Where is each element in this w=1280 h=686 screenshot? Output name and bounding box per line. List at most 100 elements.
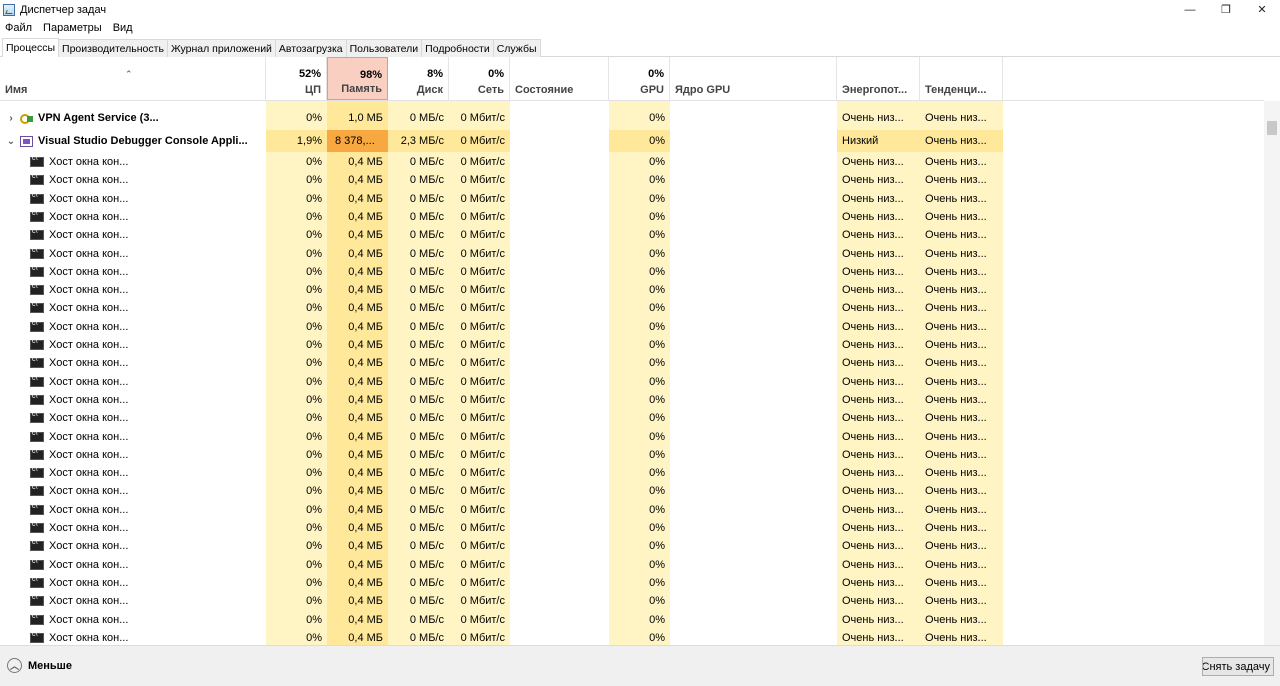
table-row[interactable]: Хост окна кон... 0% 0,4 МБ 0 МБ/с 0 Мбит/с 0%… — [0, 354, 1264, 372]
fewer-details-button[interactable]: ︿ Меньше — [7, 658, 72, 673]
console-host-icon — [30, 247, 44, 259]
table-row[interactable]: Хост окна кон... 0% 0,4 МБ 0 МБ/с 0 Мбит/с 0%… — [0, 428, 1264, 446]
table-row[interactable]: Хост окна кон... 0% 0,4 МБ 0 МБ/с 0 Мбит/с 0%… — [0, 464, 1264, 482]
cell-status — [510, 318, 609, 336]
cell-power: Очень низ... — [842, 522, 904, 534]
tab-processes[interactable]: Процессы — [2, 38, 60, 57]
tab-startup[interactable]: Автозагрузка — [274, 39, 347, 57]
cell-gpu: 0% — [649, 192, 665, 205]
table-row[interactable]: Хост окна кон... 0% 0,4 МБ 0 МБ/с 0 Мбит/с 0%… — [0, 318, 1264, 336]
cell-gpu_engine — [670, 391, 837, 409]
table-row[interactable]: Хост окна кон... 0% 0,4 МБ 0 МБ/с 0 Мбит/с 0%… — [0, 556, 1264, 574]
tab-performance[interactable]: Производительность — [58, 39, 168, 57]
table-row[interactable]: Хост окна кон... 0% 0,4 МБ 0 МБ/с 0 Мбит/с 0%… — [0, 153, 1264, 171]
scrollbar-thumb[interactable] — [1267, 121, 1277, 135]
tab-services[interactable]: Службы — [492, 39, 541, 57]
cell-gpu: 0% — [649, 320, 665, 333]
table-row[interactable]: Хост окна кон... 0% 0,4 МБ 0 МБ/с 0 Мбит/с 0%… — [0, 391, 1264, 409]
cell-net: 0 Мбит/с — [460, 613, 505, 626]
cell-cpu: 0% — [306, 393, 322, 406]
cell-net: 0 Мбит/с — [460, 320, 505, 333]
process-name-cell: Хост окна кон... — [0, 556, 266, 574]
cell-gpu: 0% — [649, 522, 665, 534]
cell-disk: 0 МБ/с — [409, 284, 444, 297]
tab-app-history[interactable]: Журнал приложений — [166, 39, 276, 57]
table-row[interactable]: Хост окна кон... 0% 0,4 МБ 0 МБ/с 0 Мбит/с 0%… — [0, 245, 1264, 263]
table-row[interactable]: Хост окна кон... 0% 0,4 МБ 0 МБ/с 0 Мбит/с 0%… — [0, 629, 1264, 645]
cell-status — [510, 428, 609, 446]
cell-cpu: 0% — [306, 631, 322, 644]
cell-gpu_engine — [670, 482, 837, 500]
tab-details[interactable]: Подробности — [421, 39, 494, 57]
maximize-button[interactable]: ❐ — [1208, 0, 1244, 19]
header-network[interactable]: 0% Сеть — [449, 57, 510, 100]
window-controls: — ❐ ✕ — [1172, 0, 1280, 19]
tab-strip: Процессы Производительность Журнал прило… — [0, 38, 1280, 57]
header-power-trend[interactable]: Тенденци... — [920, 57, 1003, 100]
process-name: VPN Agent Service (3... — [38, 112, 159, 124]
cell-trend: Очень низ... — [920, 130, 1003, 152]
header-gpu[interactable]: 0% GPU — [609, 57, 670, 100]
menu-view[interactable]: Вид — [113, 22, 133, 34]
expand-chevron-icon[interactable]: ⌄ — [4, 136, 18, 147]
table-row[interactable]: Хост окна кон... 0% 0,4 МБ 0 МБ/с 0 Мбит/с 0%… — [0, 373, 1264, 391]
cell-disk: 0 МБ/с — [409, 467, 444, 480]
table-row[interactable]: Хост окна кон... 0% 0,4 МБ 0 МБ/с 0 Мбит/с 0%… — [0, 446, 1264, 464]
table-row[interactable]: Хост окна кон... 0% 0,4 МБ 0 МБ/с 0 Мбит/с 0%… — [0, 592, 1264, 610]
table-row[interactable]: Хост окна кон... 0% 0,4 МБ 0 МБ/с 0 Мбит/с 0%… — [0, 574, 1264, 592]
cell-gpu: 0% — [649, 302, 665, 315]
cell-trend: Очень низ... — [925, 112, 987, 124]
cell-trend: Очень низ... — [925, 467, 987, 480]
table-row[interactable]: Хост окна кон... 0% 0,4 МБ 0 МБ/с 0 Мбит/с 0%… — [0, 482, 1264, 500]
cell-gpu: 0% — [649, 156, 665, 168]
expand-chevron-icon[interactable]: › — [4, 113, 18, 124]
cell-mem: 0,4 МБ — [348, 284, 383, 297]
cell-mem: 0,4 МБ — [348, 156, 383, 168]
table-row[interactable]: Хост окна кон... 0% 0,4 МБ 0 МБ/с 0 Мбит/с 0%… — [0, 519, 1264, 537]
table-row[interactable]: Хост окна кон... 0% 0,4 МБ 0 МБ/с 0 Мбит/с 0%… — [0, 537, 1264, 555]
cell-disk: 0 МБ/с — [409, 229, 444, 242]
cell-net: 0 Мбит/с — [460, 393, 505, 406]
cell-trend: Очень низ... — [925, 503, 987, 516]
table-row[interactable]: Хост окна кон... 0% 0,4 МБ 0 МБ/с 0 Мбит/с 0%… — [0, 611, 1264, 629]
menu-file[interactable]: Файл — [5, 22, 32, 34]
header-gpu-engine[interactable]: Ядро GPU — [670, 57, 837, 100]
cell-mem: 0,4 МБ — [348, 412, 383, 425]
cell-status — [510, 501, 609, 519]
table-row[interactable]: Хост окна кон... 0% 0,4 МБ 0 МБ/с 0 Мбит/с 0%… — [0, 281, 1264, 299]
tab-users[interactable]: Пользователи — [345, 39, 423, 57]
header-cpu[interactable]: 52% ЦП — [266, 57, 327, 100]
end-task-button[interactable]: Снять задачу — [1202, 657, 1274, 676]
header-status[interactable]: Состояние — [510, 57, 609, 100]
table-row[interactable]: Хост окна кон... 0% 0,4 МБ 0 МБ/с 0 Мбит/с 0%… — [0, 208, 1264, 226]
console-host-icon — [30, 192, 44, 204]
cell-gpu: 0% — [649, 284, 665, 297]
process-name-cell: Хост окна кон... — [0, 629, 266, 645]
cell-trend: Очень низ... — [925, 156, 987, 168]
close-button[interactable]: ✕ — [1244, 0, 1280, 19]
menu-options[interactable]: Параметры — [43, 22, 102, 34]
header-name[interactable]: ⌃ Имя — [0, 57, 266, 100]
header-disk[interactable]: 8% Диск — [388, 57, 449, 100]
table-row[interactable]: Хост окна кон... 0% 0,4 МБ 0 МБ/с 0 Мбит/с 0%… — [0, 171, 1264, 189]
cell-gpu_engine — [670, 428, 837, 446]
cell-gpu: 0% — [649, 595, 665, 608]
process-group-row[interactable]: › VPN Agent Service (3... 0% 1,0 МБ 0 МБ/с 0 … — [0, 107, 1264, 129]
cell-net: 0 Мбит/с — [460, 339, 505, 351]
cell-trend: Очень низ... — [925, 430, 987, 443]
cell-disk: 0 МБ/с — [409, 393, 444, 406]
header-memory[interactable]: 98% Память — [327, 57, 388, 100]
table-row[interactable]: Хост окна кон... 0% 0,4 МБ 0 МБ/с 0 Мбит/с 0%… — [0, 336, 1264, 354]
table-row[interactable]: Хост окна кон... 0% 0,4 МБ 0 МБ/с 0 Мбит/с 0%… — [0, 190, 1264, 208]
table-row[interactable]: Хост окна кон... 0% 0,4 МБ 0 МБ/с 0 Мбит/с 0%… — [0, 501, 1264, 519]
minimize-button[interactable]: — — [1172, 0, 1208, 19]
cell-net: 0 Мбит/с — [460, 576, 505, 589]
process-name: Хост окна кон... — [49, 558, 129, 571]
table-row[interactable]: Хост окна кон... 0% 0,4 МБ 0 МБ/с 0 Мбит/с 0%… — [0, 299, 1264, 317]
header-power-usage[interactable]: Энергопот... — [837, 57, 920, 100]
vertical-scrollbar[interactable] — [1264, 101, 1280, 645]
table-row[interactable]: Хост окна кон... 0% 0,4 МБ 0 МБ/с 0 Мбит/с 0%… — [0, 409, 1264, 427]
table-row[interactable]: Хост окна кон... 0% 0,4 МБ 0 МБ/с 0 Мбит/с 0%… — [0, 226, 1264, 244]
process-group-row[interactable]: ⌄ Visual Studio Debugger Console Appli...… — [0, 130, 1264, 152]
table-row[interactable]: Хост окна кон... 0% 0,4 МБ 0 МБ/с 0 Мбит/с 0%… — [0, 263, 1264, 281]
